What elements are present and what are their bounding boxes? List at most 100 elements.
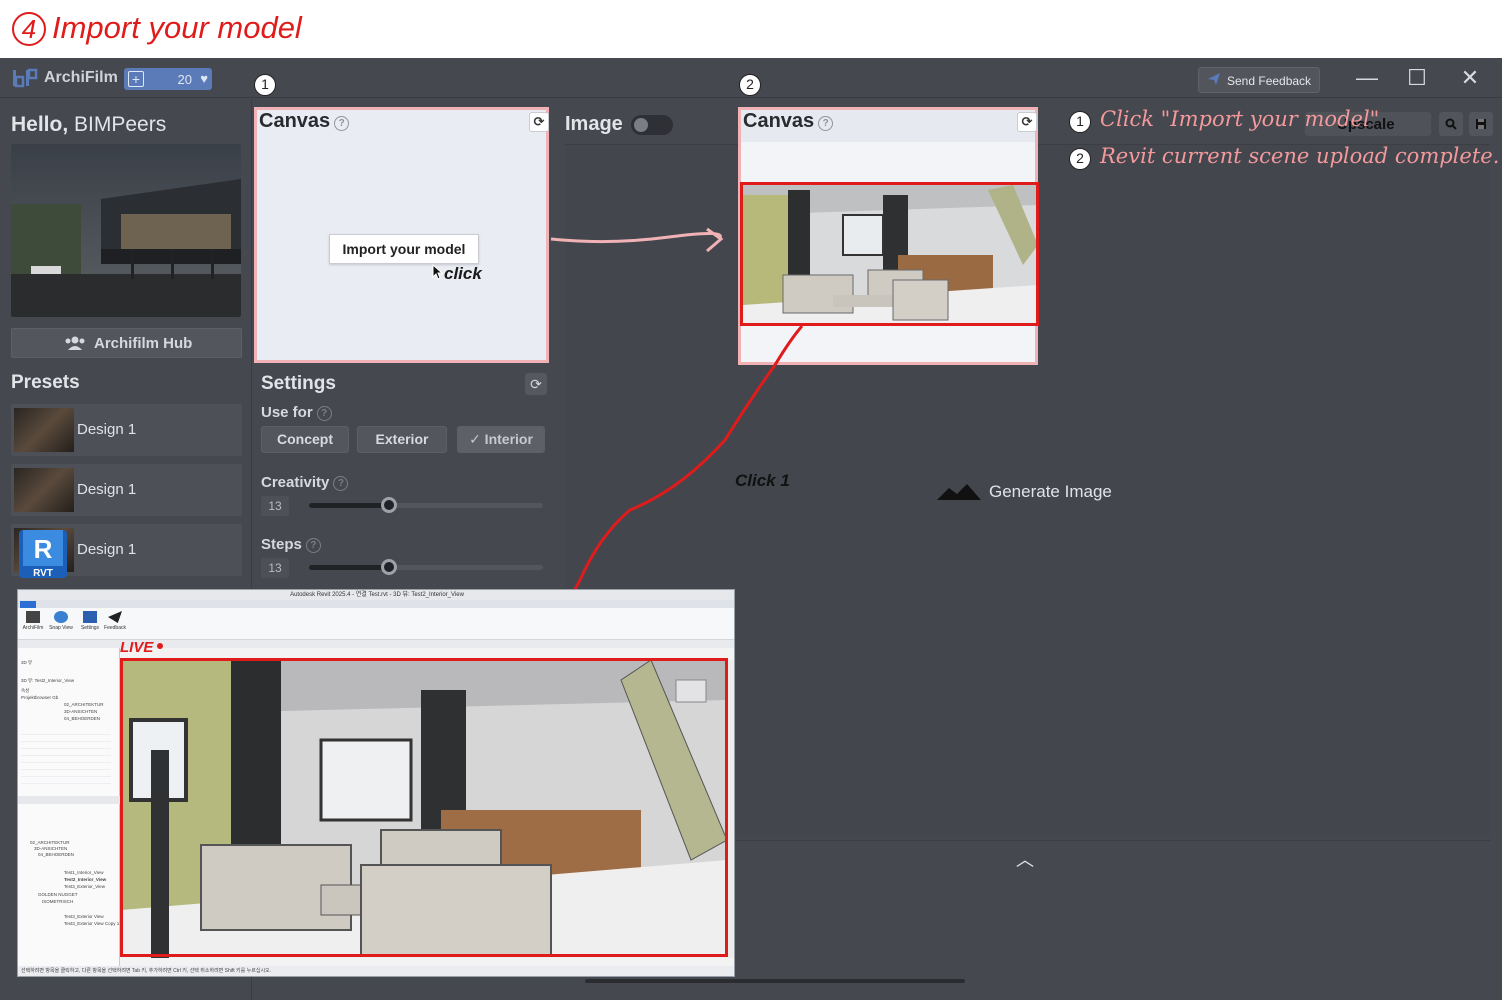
- save-icon[interactable]: [1469, 112, 1493, 136]
- steps-knob[interactable]: [380, 559, 397, 575]
- revit-toolbar: ArchiFilm Snap View Settings Feedback: [18, 608, 734, 640]
- preset-label: Design 1: [77, 541, 137, 558]
- greeting-prefix: Hello,: [11, 113, 69, 136]
- revit-tool-label: Settings: [80, 625, 100, 631]
- generate-image-label: Generate Image: [989, 482, 1112, 501]
- highlight-frame: [740, 182, 1039, 326]
- click-annotation: click: [444, 264, 482, 283]
- help-icon[interactable]: ?: [305, 538, 321, 553]
- note-badge-1: 1: [1069, 111, 1091, 133]
- archifilm-tool-icon: [26, 611, 40, 623]
- revit-title-bar: Autodesk Revit 2025.4 - 연결 Test.rvt - 3D…: [18, 590, 734, 600]
- browser-item[interactable]: 3D 뷰: [21, 660, 32, 665]
- live-dot-icon: [157, 643, 164, 649]
- revit-ribbon-tabs: [18, 600, 734, 608]
- send-feedback-button[interactable]: Send Feedback: [1198, 67, 1320, 93]
- preset-label: Design 1: [77, 481, 137, 498]
- browser-item[interactable]: 3D 뷰: Test2_Interior_View: [21, 678, 74, 683]
- users-icon: [65, 336, 85, 350]
- settings-tool-icon: [83, 611, 97, 623]
- horizontal-scrollbar[interactable]: [585, 979, 965, 983]
- canvas-title: Canvas?: [743, 110, 834, 133]
- preset-thumbnail: [14, 408, 74, 452]
- search-icon[interactable]: [1439, 112, 1463, 136]
- refresh-icon[interactable]: ⟳: [529, 112, 549, 132]
- use-for-text: Use for: [261, 404, 313, 421]
- arrow-icon: [550, 227, 724, 253]
- canvas-title: Canvas?: [259, 110, 350, 133]
- creativity-knob[interactable]: [380, 497, 397, 513]
- revit-tool-snap-view[interactable]: Snap View: [48, 610, 74, 636]
- add-credits-icon[interactable]: +: [128, 71, 144, 87]
- revit-project-browser: 3D 뷰 3D 뷰: Test2_Interior_View 속성 Projek…: [18, 648, 120, 966]
- creativity-value[interactable]: 13: [261, 496, 289, 516]
- steps-value[interactable]: 13: [261, 558, 289, 578]
- browser-item[interactable]: Projektbrowser Gb: [21, 695, 58, 700]
- browser-item[interactable]: Test1_Interior_View: [64, 870, 103, 875]
- live-indicator: LIVE: [120, 639, 164, 656]
- presets-title: Presets: [11, 372, 80, 393]
- chevron-up-icon[interactable]: ︿: [1016, 846, 1034, 872]
- minimize-button[interactable]: —: [1352, 64, 1382, 92]
- browser-item[interactable]: GOLDEN NUGGET: [38, 892, 78, 897]
- use-for-concept[interactable]: Concept: [261, 426, 349, 453]
- mountain-icon: [937, 484, 981, 500]
- steps-slider[interactable]: [309, 559, 543, 575]
- refresh-icon[interactable]: ⟳: [1017, 112, 1037, 132]
- preset-item[interactable]: Design 1: [11, 464, 242, 516]
- credits-badge[interactable]: + 20 ♥: [124, 68, 212, 90]
- step-title: Import your model: [52, 10, 302, 45]
- browser-item[interactable]: 02_ARCHITEKTUR: [30, 840, 70, 845]
- creativity-fill: [309, 503, 389, 508]
- close-button[interactable]: ✕: [1455, 64, 1485, 92]
- revit-tool-label: ArchiFilm: [22, 625, 44, 631]
- archifilm-logo-icon: [13, 68, 38, 88]
- callout-badge-1: 1: [254, 74, 276, 96]
- help-icon[interactable]: ?: [334, 116, 350, 131]
- canvas-title-text: Canvas: [743, 110, 815, 132]
- browser-item[interactable]: ISOMETRISCH: [42, 899, 73, 904]
- send-feedback-label: Send Feedback: [1227, 74, 1312, 88]
- greeting: Hello, BIMPeers: [11, 113, 166, 137]
- browser-item[interactable]: 04_BEHOERDEN: [64, 716, 100, 721]
- use-for-label: Use for?: [261, 404, 332, 421]
- step-number: 4: [12, 12, 46, 46]
- steps-text: Steps: [261, 536, 302, 553]
- revit-letter: R: [34, 534, 53, 564]
- browser-item[interactable]: Test3_Exterior View Copy 1: [64, 921, 119, 926]
- revit-tool-label: Feedback: [104, 625, 126, 631]
- image-toggle[interactable]: [631, 115, 673, 135]
- revit-tool-settings[interactable]: Settings: [77, 610, 103, 636]
- browser-item[interactable]: 3D-ANSICHTEN: [64, 709, 97, 714]
- help-icon[interactable]: ?: [818, 116, 834, 131]
- revit-tool-label: Snap View: [49, 625, 73, 631]
- help-icon[interactable]: ?: [316, 406, 332, 421]
- live-label: LIVE: [120, 639, 154, 656]
- feedback-tool-icon: [108, 611, 122, 623]
- step-banner: 4 Import your model: [0, 0, 1502, 58]
- revit-label: RVT: [33, 568, 53, 579]
- maximize-button[interactable]: ☐: [1402, 64, 1432, 92]
- revit-icon: R RVT: [19, 530, 67, 579]
- archifilm-hub-button[interactable]: Archifilm Hub: [11, 328, 242, 358]
- help-icon[interactable]: ?: [333, 476, 349, 491]
- browser-item[interactable]: 04_BEHOERDEN: [38, 852, 74, 857]
- creativity-slider[interactable]: [309, 497, 543, 513]
- revit-tool-archifilm[interactable]: ArchiFilm: [20, 610, 46, 636]
- import-model-button[interactable]: Import your model: [329, 234, 479, 264]
- use-for-exterior[interactable]: Exterior: [357, 426, 447, 453]
- steps-fill: [309, 565, 389, 570]
- browser-item[interactable]: Test3_Exterior_View: [64, 884, 105, 889]
- browser-item[interactable]: Test2_Interior_View: [64, 877, 106, 882]
- viewport-scrollbar[interactable]: [727, 660, 734, 958]
- archifilm-hub-label: Archifilm Hub: [94, 335, 193, 352]
- revit-active-tab[interactable]: [20, 601, 36, 608]
- preset-item[interactable]: Design 1: [11, 404, 242, 456]
- creativity-text: Creativity: [261, 474, 330, 491]
- browser-item[interactable]: 3D-ANSICHTEN: [34, 846, 67, 851]
- browser-item[interactable]: Test3_Exterior View: [64, 914, 104, 919]
- canvas-title-text: Canvas: [259, 110, 331, 132]
- revit-tool-feedback[interactable]: Feedback: [102, 610, 128, 636]
- browser-item[interactable]: 02_ARCHITEKTUR: [64, 702, 104, 707]
- heart-icon: ♥: [200, 71, 208, 86]
